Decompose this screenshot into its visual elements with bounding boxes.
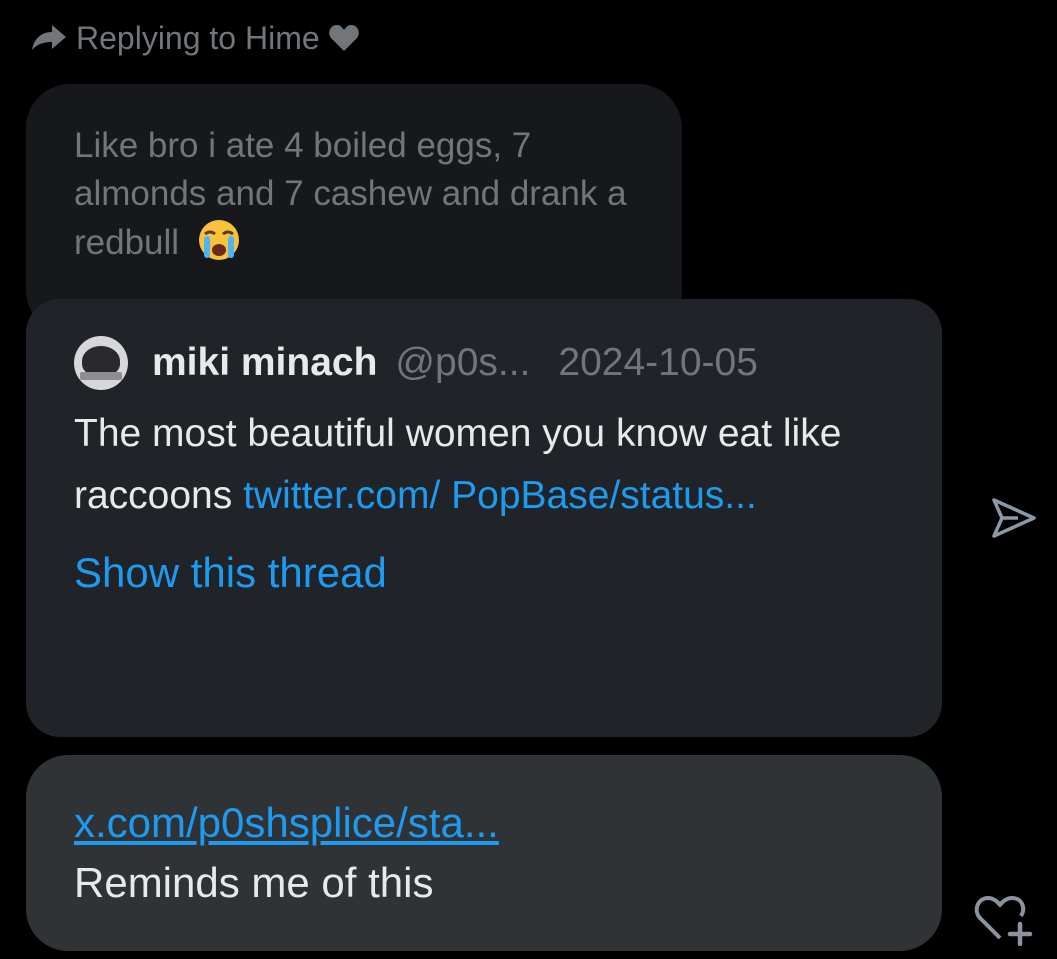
message-text: Reminds me of this [74, 859, 434, 906]
message-bubble[interactable]: x.com/p0shsplice/sta... Reminds me of th… [26, 755, 942, 951]
loudly-crying-face-emoji [198, 220, 239, 260]
author-handle: @p0s... [395, 341, 531, 384]
replying-to-label: Replying to Hime [76, 19, 320, 56]
reply-context: Replying to Hime [28, 18, 360, 58]
send-icon[interactable] [988, 492, 1040, 544]
show-thread-link[interactable]: Show this thread [74, 549, 387, 597]
tweet-body: The most beautiful women you know eat li… [74, 403, 894, 527]
tweet-link[interactable]: twitter.com/ PopBase/status... [243, 474, 757, 517]
message-link[interactable]: x.com/p0shsplice/sta... [74, 793, 894, 853]
heart-icon [328, 25, 359, 51]
quoted-message-bubble[interactable]: Like bro i ate 4 boiled eggs, 7 almonds … [26, 84, 682, 334]
tweet-date: 2024-10-05 [558, 341, 758, 384]
quoted-message-text: Like bro i ate 4 boiled eggs, 7 almonds … [74, 126, 627, 262]
add-reaction-heart-icon[interactable] [970, 890, 1036, 946]
tweet-header: miki minach @p0s... 2024-10-05 [74, 335, 894, 391]
author-avatar[interactable] [74, 336, 128, 390]
reply-arrow-icon [32, 25, 66, 50]
author-name[interactable]: miki minach [152, 341, 377, 385]
shared-tweet-card[interactable]: miki minach @p0s... 2024-10-05 The most … [26, 299, 942, 737]
